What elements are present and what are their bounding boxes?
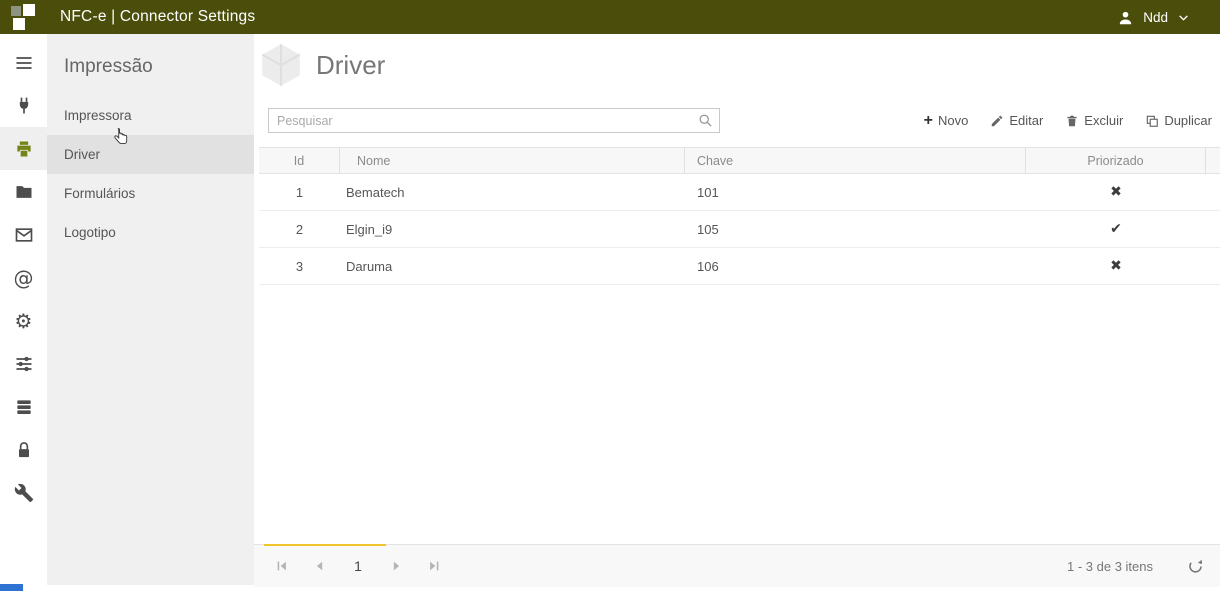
cell-id: 2: [259, 222, 340, 237]
page-header: Driver: [254, 34, 1220, 92]
folder-icon: [14, 182, 34, 202]
sidebar-item-impressora[interactable]: Impressora: [47, 96, 254, 135]
cell-chave: 105: [685, 222, 1026, 237]
user-icon: [1117, 9, 1134, 26]
refresh-button[interactable]: [1187, 558, 1204, 575]
rail-item-mail[interactable]: [0, 213, 47, 256]
cube-icon: [256, 40, 306, 90]
rail-item-database[interactable]: [0, 385, 47, 428]
table-row[interactable]: 3 Daruma 106 ✖: [259, 248, 1220, 285]
topbar: NFC-e | Connector Settings Ndd: [0, 0, 1220, 34]
sidebar-title: Impressão: [47, 34, 254, 96]
not-prioritized-icon: ✖: [1026, 184, 1206, 200]
previous-page-icon: [313, 559, 327, 573]
chevron-down-icon: [1177, 11, 1190, 24]
rail-item-security[interactable]: [0, 428, 47, 471]
not-prioritized-icon: ✖: [1026, 258, 1206, 274]
edit-icon: [990, 114, 1004, 128]
pager: 1 1 - 3 de 3 itens: [254, 544, 1220, 587]
duplicate-button[interactable]: Duplicar: [1145, 113, 1212, 128]
delete-button[interactable]: Excluir: [1065, 113, 1123, 128]
sidebar: Impressão Impressora Driver Formulários …: [47, 34, 254, 585]
user-name: Ndd: [1143, 10, 1168, 25]
rail-item-print[interactable]: [0, 127, 47, 170]
pager-accent-bar: [264, 544, 386, 546]
cell-chave: 101: [685, 185, 1026, 200]
column-header-id[interactable]: Id: [259, 148, 340, 173]
column-header-priorizado[interactable]: Priorizado: [1026, 148, 1206, 173]
data-grid: Id Nome Chave Priorizado 1 Bematech 101 …: [259, 147, 1220, 285]
cell-chave: 106: [685, 259, 1026, 274]
plug-icon: [14, 96, 34, 116]
column-header-chave[interactable]: Chave: [685, 148, 1026, 173]
cell-nome: Daruma: [340, 259, 685, 274]
plus-icon: +: [924, 113, 933, 129]
printer-icon: [14, 139, 34, 159]
sidebar-item-logotipo[interactable]: Logotipo: [47, 213, 254, 252]
sidebar-item-driver[interactable]: Driver: [47, 135, 254, 174]
cell-nome: Bematech: [340, 185, 685, 200]
search-input[interactable]: [268, 108, 720, 133]
trash-icon: [1065, 114, 1079, 128]
rail-item-settings[interactable]: ⚙: [0, 299, 47, 342]
at-sign-icon: @: [14, 268, 34, 288]
sliders-icon: [14, 354, 34, 374]
first-page-icon: [275, 559, 289, 573]
cell-id: 3: [259, 259, 340, 274]
edit-button-label: Editar: [1009, 113, 1043, 128]
main-content: Driver + Novo Editar Excluir: [254, 34, 1220, 591]
duplicate-button-label: Duplicar: [1164, 113, 1212, 128]
column-header-spacer: [1206, 148, 1220, 173]
delete-button-label: Excluir: [1084, 113, 1123, 128]
last-page-icon: [427, 559, 441, 573]
user-menu[interactable]: Ndd: [1117, 9, 1190, 26]
grid-header-row: Id Nome Chave Priorizado: [259, 147, 1220, 174]
table-row[interactable]: 1 Bematech 101 ✖: [259, 174, 1220, 211]
edit-button[interactable]: Editar: [990, 113, 1043, 128]
menu-toggle-button[interactable]: [0, 41, 47, 84]
page-number-button[interactable]: 1: [345, 553, 371, 579]
search-icon: [698, 113, 713, 128]
gear-icon: ⚙: [15, 311, 33, 331]
new-button[interactable]: + Novo: [924, 113, 969, 129]
app-logo: [10, 4, 36, 30]
pager-info: 1 - 3 de 3 itens: [1067, 559, 1153, 574]
menu-icon: [14, 53, 34, 73]
last-page-button[interactable]: [421, 553, 447, 579]
rail-item-preferences[interactable]: [0, 342, 47, 385]
grid-toolbar: + Novo Editar Excluir Duplicar: [268, 108, 1212, 133]
next-page-icon: [389, 559, 403, 573]
mail-icon: [14, 225, 34, 245]
table-row[interactable]: 2 Elgin_i9 105 ✔: [259, 211, 1220, 248]
background-window-edge: [0, 584, 23, 591]
sidebar-item-formularios[interactable]: Formulários: [47, 174, 254, 213]
wrench-icon: [14, 483, 34, 503]
app-title: NFC-e | Connector Settings: [60, 8, 255, 26]
prioritized-check-icon: ✔: [1026, 221, 1206, 237]
icon-rail: @ ⚙: [0, 34, 47, 585]
rail-item-email-settings[interactable]: @: [0, 256, 47, 299]
lock-icon: [14, 440, 34, 460]
page-title: Driver: [254, 34, 1220, 81]
action-buttons: + Novo Editar Excluir Duplicar: [924, 113, 1212, 129]
copy-icon: [1145, 114, 1159, 128]
rail-item-files[interactable]: [0, 170, 47, 213]
new-button-label: Novo: [938, 113, 968, 128]
refresh-icon: [1187, 558, 1204, 575]
rail-item-tools[interactable]: [0, 471, 47, 514]
previous-page-button[interactable]: [307, 553, 333, 579]
app-window: NFC-e | Connector Settings Ndd @ ⚙: [0, 0, 1220, 591]
next-page-button[interactable]: [383, 553, 409, 579]
search-box: [268, 108, 720, 133]
cell-id: 1: [259, 185, 340, 200]
cell-nome: Elgin_i9: [340, 222, 685, 237]
layers-icon: [14, 397, 34, 417]
column-header-nome[interactable]: Nome: [340, 148, 685, 173]
rail-item-plug[interactable]: [0, 84, 47, 127]
first-page-button[interactable]: [269, 553, 295, 579]
